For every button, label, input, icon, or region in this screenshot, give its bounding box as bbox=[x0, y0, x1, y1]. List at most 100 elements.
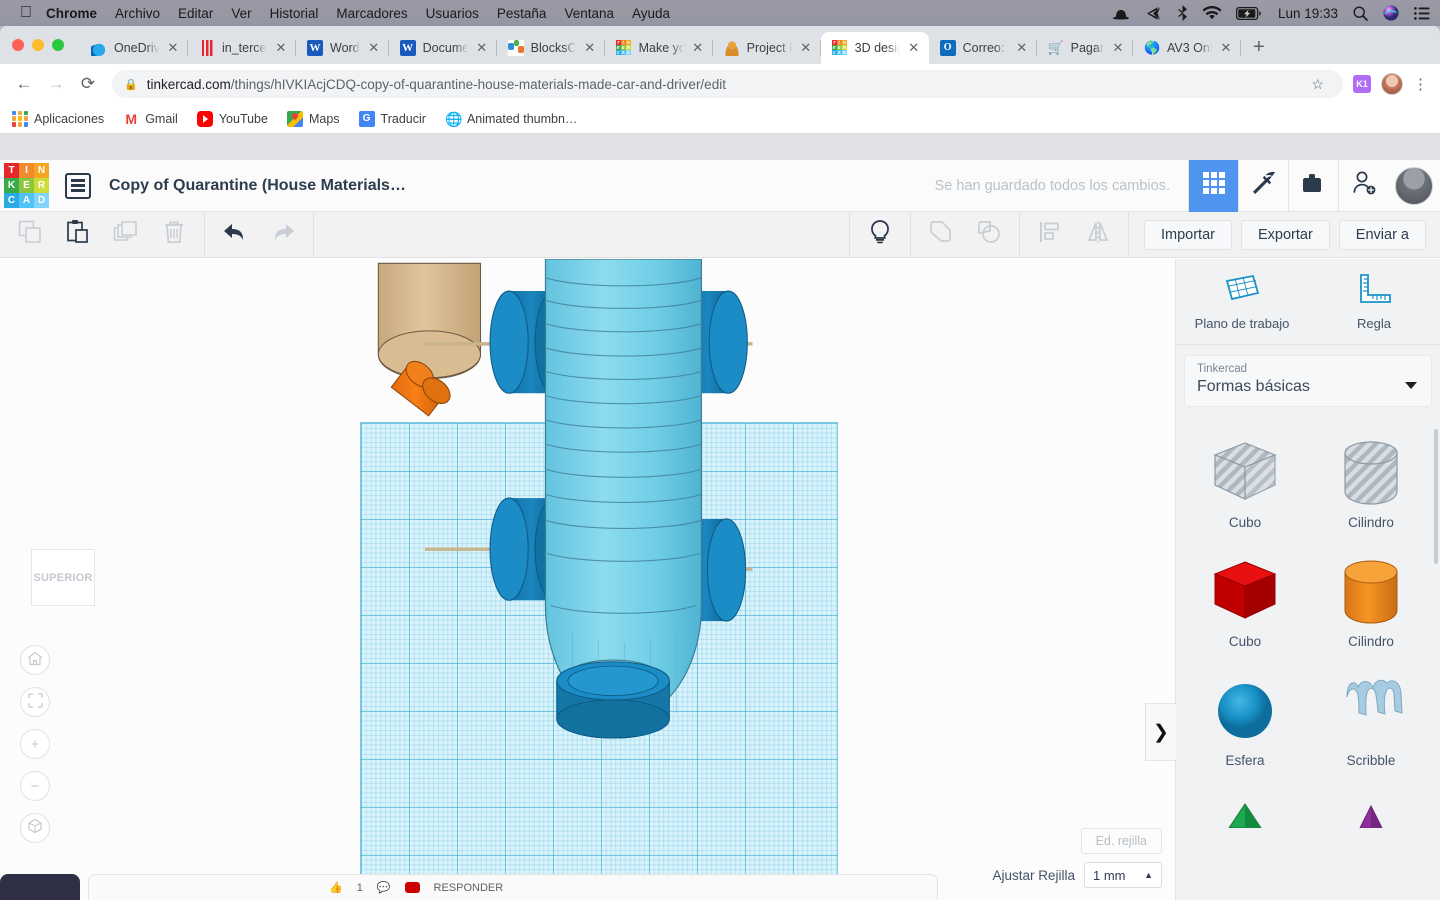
sidebar-scrollbar[interactable] bbox=[1434, 429, 1438, 564]
bluetooth-icon[interactable] bbox=[1177, 5, 1188, 21]
copy-button[interactable] bbox=[6, 212, 54, 258]
new-tab-button[interactable]: + bbox=[1241, 32, 1277, 64]
align-button[interactable] bbox=[1026, 212, 1074, 258]
shape-hole-cylinder[interactable]: Cilindro bbox=[1308, 425, 1434, 544]
group-button[interactable] bbox=[917, 212, 965, 258]
tab-close-icon[interactable]: ✕ bbox=[274, 40, 288, 56]
delete-button[interactable] bbox=[150, 212, 198, 258]
duplicate-button[interactable] bbox=[102, 212, 150, 258]
mirror-button[interactable] bbox=[1074, 212, 1122, 258]
shape-hole-cube[interactable]: Cubo bbox=[1182, 425, 1308, 544]
bookmark-animated-thumbnail[interactable]: 🌐 Animated thumbn… bbox=[445, 111, 577, 127]
bookmark-youtube[interactable]: YouTube bbox=[196, 110, 268, 127]
reload-button[interactable]: ⟳ bbox=[74, 70, 102, 98]
ruler-tool[interactable]: Regla bbox=[1308, 259, 1440, 344]
export-button[interactable]: Exportar bbox=[1240, 219, 1330, 250]
bookmark-traducir[interactable]: G Traducir bbox=[358, 110, 426, 127]
siri-icon[interactable] bbox=[1383, 5, 1399, 21]
shape-purple-pyramid[interactable] bbox=[1308, 782, 1434, 842]
tab-close-icon[interactable]: ✕ bbox=[691, 40, 705, 56]
import-button[interactable]: Importar bbox=[1143, 219, 1232, 250]
shape-solid-cylinder[interactable]: Cilindro bbox=[1308, 544, 1434, 663]
tab-close-icon[interactable]: ✕ bbox=[1111, 40, 1125, 56]
tab-word[interactable]: W Word ✕ bbox=[296, 32, 389, 64]
document-list-icon[interactable] bbox=[65, 172, 91, 199]
tab-close-icon[interactable]: ✕ bbox=[799, 40, 813, 56]
forward-button[interactable]: → bbox=[42, 70, 70, 98]
minimize-window-button[interactable] bbox=[32, 39, 44, 51]
address-bar[interactable]: 🔒 tinkercad.com/things/hIVKIAcjCDQ-copy-… bbox=[112, 70, 1343, 98]
bookmark-aplicaciones[interactable]: Aplicaciones bbox=[12, 110, 104, 127]
extension-badge[interactable]: K1 bbox=[1353, 75, 1371, 93]
tab-close-icon[interactable]: ✕ bbox=[1015, 40, 1029, 56]
apple-icon[interactable]:  bbox=[20, 5, 32, 21]
menu-item-editar[interactable]: Editar bbox=[178, 6, 213, 21]
tab-close-icon[interactable]: ✕ bbox=[907, 40, 921, 56]
zoom-in-button[interactable]: + bbox=[20, 729, 50, 759]
shape-grid[interactable]: Cubo Cilindro Cubo Cilindro Esfera Scrib… bbox=[1176, 415, 1440, 900]
send-to-button[interactable]: Enviar a bbox=[1338, 219, 1426, 250]
tab-close-icon[interactable]: ✕ bbox=[1219, 40, 1233, 56]
tab-blockscad[interactable]: BlocksCA ✕ bbox=[497, 32, 605, 64]
grid-edit-button[interactable]: Ed. rejilla bbox=[1080, 828, 1162, 854]
library-dropdown[interactable]: Tinkercad Formas básicas bbox=[1184, 355, 1432, 407]
control-center-icon[interactable] bbox=[1414, 6, 1430, 20]
redo-button[interactable] bbox=[259, 212, 307, 258]
zoom-out-button[interactable]: − bbox=[20, 771, 50, 801]
user-avatar[interactable] bbox=[1395, 166, 1433, 205]
tab-in-tercero[interactable]: in_tercero ✕ bbox=[188, 32, 296, 64]
shape-solid-cube[interactable]: Cubo bbox=[1182, 544, 1308, 663]
bookmark-maps[interactable]: Maps bbox=[286, 110, 340, 127]
menu-item-chrome[interactable]: Chrome bbox=[46, 6, 97, 21]
tab-3d-design[interactable]: TIN KER CAD 3D desig ✕ bbox=[820, 32, 929, 64]
blocks-grid-button[interactable] bbox=[1188, 159, 1238, 212]
menu-item-pestana[interactable]: Pestaña bbox=[497, 6, 547, 21]
shape-green-pyramid[interactable] bbox=[1182, 782, 1308, 842]
tab-close-icon[interactable]: ✕ bbox=[583, 40, 597, 56]
tab-project-e[interactable]: Project E ✕ bbox=[713, 32, 821, 64]
undo-button[interactable] bbox=[211, 212, 259, 258]
ungroup-button[interactable] bbox=[965, 212, 1013, 258]
menu-item-ayuda[interactable]: Ayuda bbox=[632, 6, 670, 21]
maximize-window-button[interactable] bbox=[52, 39, 64, 51]
unity-icon[interactable] bbox=[1145, 6, 1162, 21]
menu-item-usuarios[interactable]: Usuarios bbox=[426, 6, 479, 21]
menu-item-archivo[interactable]: Archivo bbox=[115, 6, 160, 21]
wifi-icon[interactable] bbox=[1202, 6, 1221, 20]
tab-close-icon[interactable]: ✕ bbox=[367, 40, 381, 56]
paste-button[interactable] bbox=[54, 212, 102, 258]
kebab-menu-icon[interactable]: ⋮ bbox=[1413, 75, 1430, 93]
minecraft-button[interactable] bbox=[1238, 159, 1288, 212]
shape-scribble[interactable]: Scribble bbox=[1308, 663, 1434, 782]
bookmark-gmail[interactable]: M Gmail bbox=[123, 111, 178, 127]
bowler-hat-icon[interactable] bbox=[1112, 7, 1130, 20]
spotlight-search-icon[interactable] bbox=[1353, 5, 1368, 21]
tab-correo[interactable]: O Correo: E ✕ bbox=[929, 32, 1037, 64]
tab-onedrive[interactable]: OneDrive ✕ bbox=[80, 32, 188, 64]
shape-sphere[interactable]: Esfera bbox=[1182, 663, 1308, 782]
close-window-button[interactable] bbox=[12, 39, 24, 51]
perspective-toggle-button[interactable] bbox=[20, 813, 50, 843]
lego-button[interactable] bbox=[1288, 159, 1338, 212]
workplane-grid[interactable] bbox=[360, 422, 838, 898]
tab-av3-online[interactable]: 🌎 AV3 Onli ✕ bbox=[1133, 32, 1241, 64]
fit-view-button[interactable] bbox=[20, 687, 50, 717]
bookmark-star-icon[interactable]: ☆ bbox=[1304, 76, 1331, 93]
battery-charging-icon[interactable] bbox=[1235, 6, 1262, 20]
home-view-button[interactable] bbox=[20, 645, 50, 675]
workplane-tool[interactable]: Plano de trabajo bbox=[1176, 259, 1308, 344]
menu-item-ventana[interactable]: Ventana bbox=[564, 6, 614, 21]
snap-grid-select[interactable]: 1 mm ▲ bbox=[1084, 862, 1162, 888]
tab-pagar[interactable]: 🛒 Pagar ✕ bbox=[1037, 32, 1134, 64]
back-button[interactable]: ← bbox=[10, 70, 38, 98]
menu-item-ver[interactable]: Ver bbox=[231, 6, 251, 21]
background-window[interactable]: 👍 1 💬 RESPONDER bbox=[88, 874, 938, 900]
tinkercad-logo[interactable]: T I N K E R C A D bbox=[4, 163, 49, 208]
menu-item-marcadores[interactable]: Marcadores bbox=[336, 6, 407, 21]
view-cube[interactable]: SUPERIOR bbox=[31, 549, 95, 606]
tab-close-icon[interactable]: ✕ bbox=[475, 40, 489, 56]
tab-make-you[interactable]: TIN KER CAD Make you ✕ bbox=[605, 32, 713, 64]
tab-documento[interactable]: W Documen ✕ bbox=[389, 32, 497, 64]
hint-button[interactable] bbox=[856, 212, 904, 258]
reply-button[interactable]: RESPONDER bbox=[434, 882, 504, 894]
